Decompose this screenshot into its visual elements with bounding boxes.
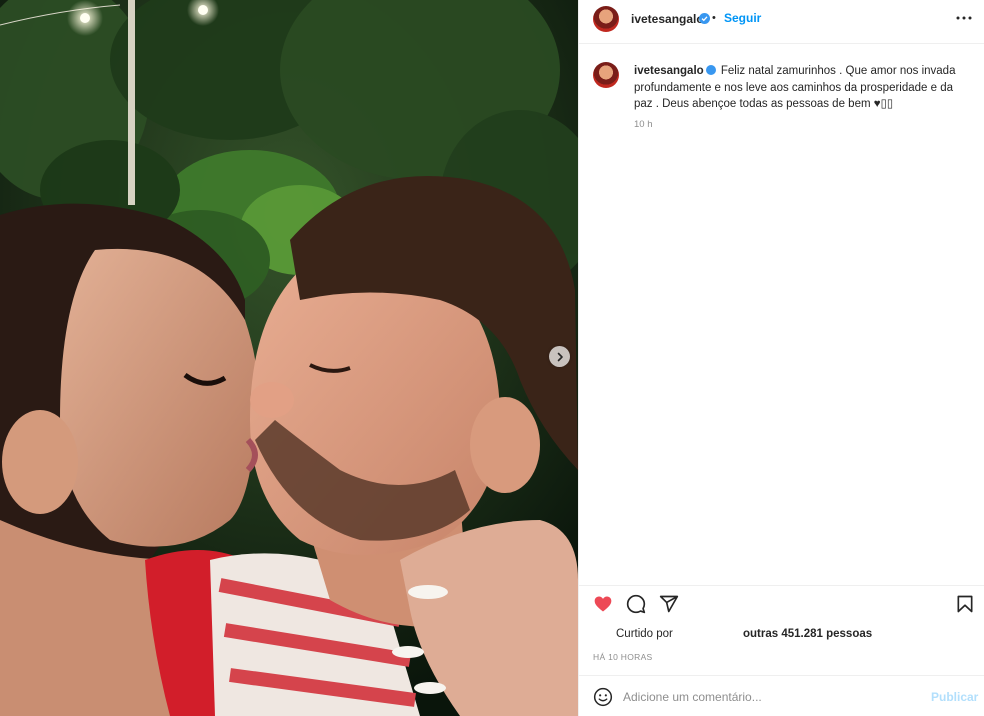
verified-badge-icon bbox=[699, 13, 710, 24]
post-header: ivetesangalo • Seguir bbox=[579, 0, 984, 44]
posted-time[interactable]: HÁ 10 HORAS bbox=[593, 652, 653, 662]
comment-icon[interactable] bbox=[626, 594, 646, 614]
heart-icon[interactable] bbox=[593, 594, 613, 614]
caption-text: ivetesangalo Feliz natal zamurinhos . Qu… bbox=[634, 63, 974, 113]
comment-input[interactable] bbox=[623, 685, 913, 709]
bookmark-icon[interactable] bbox=[955, 594, 975, 614]
more-options-icon[interactable] bbox=[955, 9, 973, 27]
post-photo[interactable] bbox=[0, 0, 578, 716]
chevron-right-icon bbox=[557, 352, 563, 361]
comment-bar: Publicar bbox=[579, 675, 984, 716]
post-actions bbox=[579, 585, 984, 621]
caption-username[interactable]: ivetesangalo bbox=[634, 65, 704, 77]
separator-dot: • bbox=[712, 12, 716, 24]
post-side-panel: ivetesangalo • Seguir ivetesangalo Feliz… bbox=[578, 0, 984, 716]
verified-badge-icon bbox=[705, 65, 716, 75]
publish-button[interactable]: Publicar bbox=[931, 690, 978, 704]
share-icon[interactable] bbox=[659, 594, 679, 614]
liked-by-count[interactable]: outras 451.281 pessoas bbox=[743, 628, 872, 640]
follow-button[interactable]: Seguir bbox=[724, 11, 761, 25]
photo-illustration bbox=[0, 0, 578, 716]
next-photo-button[interactable] bbox=[549, 346, 570, 367]
emoji-icon[interactable] bbox=[593, 687, 613, 707]
caption-timestamp[interactable]: 10 h bbox=[634, 119, 653, 130]
avatar[interactable] bbox=[593, 6, 619, 32]
header-username[interactable]: ivetesangalo bbox=[631, 12, 704, 26]
caption-avatar[interactable] bbox=[593, 62, 619, 88]
liked-by-prefix: Curtido por bbox=[616, 628, 673, 640]
